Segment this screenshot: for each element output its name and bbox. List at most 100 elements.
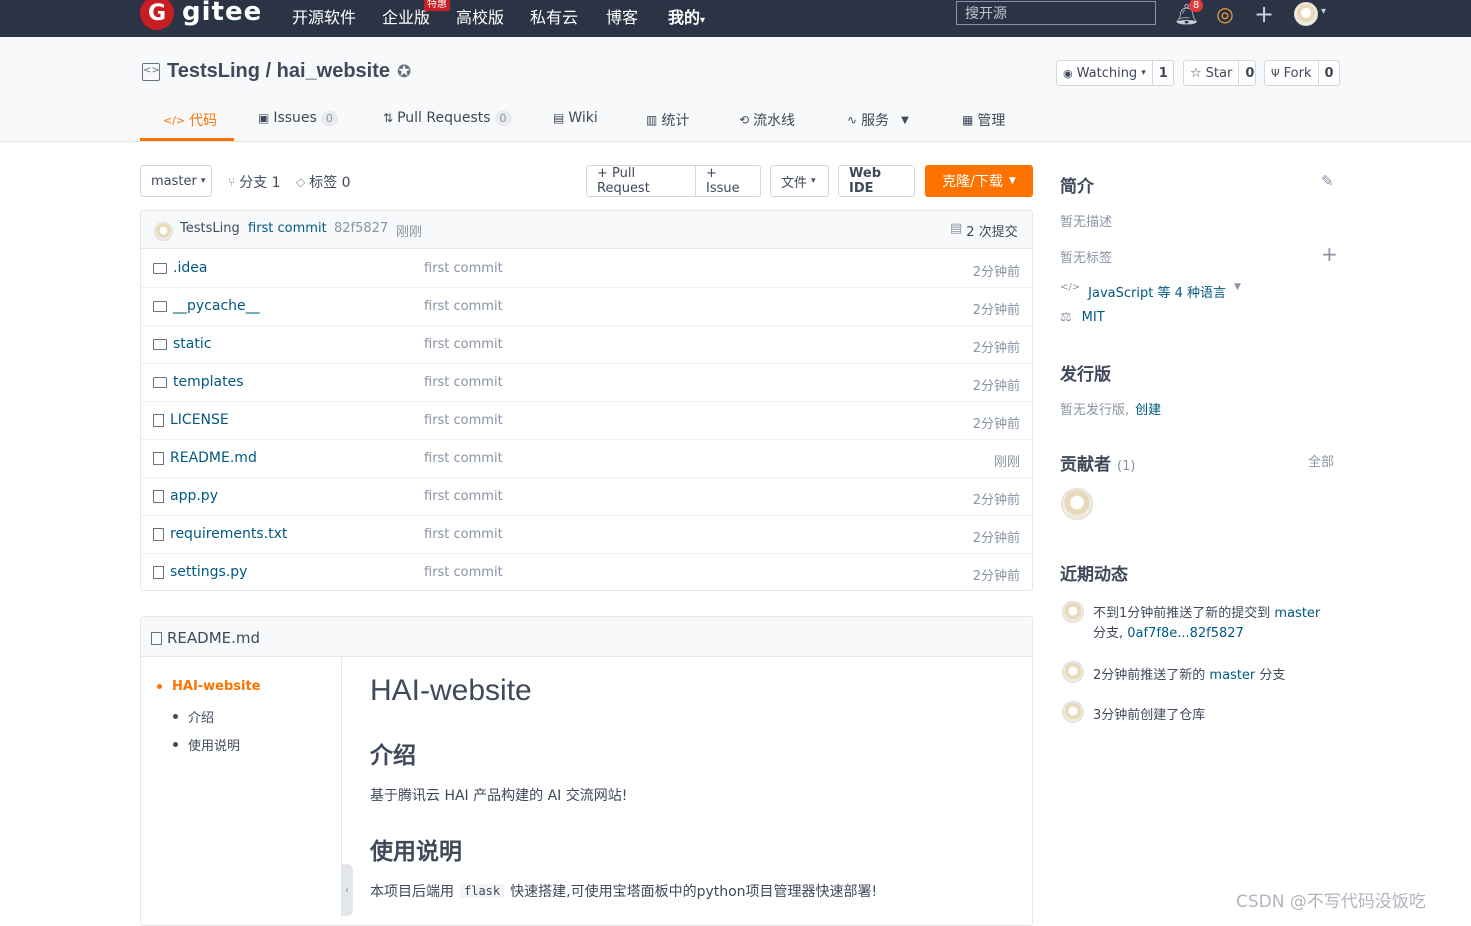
- fork-count[interactable]: 0: [1317, 61, 1340, 85]
- commit-hash[interactable]: 82f5827: [334, 221, 388, 236]
- release-row: 暂无发行版, 创建: [1060, 399, 1161, 418]
- file-commit-message[interactable]: first commit: [424, 565, 503, 580]
- file-commit-message[interactable]: first commit: [424, 451, 503, 466]
- tab-pipeline[interactable]: ⟲ 流水线: [739, 110, 795, 130]
- new-issue-button[interactable]: + Issue: [695, 165, 761, 197]
- file-dropdown[interactable]: 文件 ▾: [770, 165, 829, 197]
- activity-compare-link[interactable]: 0af7f8e...82f5827: [1127, 626, 1244, 641]
- file-name[interactable]: requirements.txt: [153, 526, 287, 542]
- nav-education[interactable]: 高校版: [456, 4, 504, 28]
- add-tag-icon[interactable]: +: [1321, 242, 1338, 266]
- file-commit-message[interactable]: first commit: [424, 299, 503, 314]
- table-row[interactable]: [141, 363, 1032, 402]
- nav-blog[interactable]: 博客: [606, 4, 638, 28]
- gvp-badge-icon[interactable]: ✪: [397, 62, 417, 82]
- toc-collapse-handle[interactable]: ‹: [341, 864, 353, 916]
- star-button[interactable]: ☆ Star 0: [1183, 60, 1256, 86]
- clone-download-button[interactable]: 克隆/下载 ▼: [925, 165, 1033, 197]
- fork-label: Fork: [1283, 65, 1312, 81]
- branch-select[interactable]: master ▾: [140, 165, 212, 197]
- activity-branch-link[interactable]: master: [1274, 606, 1320, 621]
- table-row[interactable]: [141, 553, 1032, 591]
- file-commit-message[interactable]: first commit: [424, 413, 503, 428]
- bar-chart-icon: ▥: [646, 113, 658, 127]
- tab-services[interactable]: ∿ 服务 ▼: [847, 110, 909, 130]
- folder-icon: [153, 376, 167, 388]
- file-icon: [153, 565, 164, 579]
- tab-stats[interactable]: ▥ 统计: [646, 110, 689, 130]
- file-name[interactable]: app.py: [153, 488, 218, 504]
- file-name[interactable]: README.md: [153, 450, 257, 466]
- user-avatar[interactable]: [1294, 2, 1318, 26]
- toc-item-intro[interactable]: 介绍: [173, 707, 214, 726]
- table-row[interactable]: [141, 439, 1032, 478]
- nav-mine[interactable]: 我的▾: [668, 4, 705, 28]
- file-commit-message[interactable]: first commit: [424, 337, 503, 352]
- watch-count[interactable]: 1: [1151, 61, 1174, 85]
- avatar-chevron-icon[interactable]: ▾: [1321, 6, 1326, 17]
- commit-author[interactable]: TestsLing: [180, 221, 240, 236]
- toc-item-hai-website[interactable]: HAI-website: [157, 679, 261, 694]
- table-row[interactable]: [141, 325, 1032, 364]
- languages-row[interactable]: </> JavaScript 等 4 种语言 ▼: [1060, 282, 1241, 301]
- file-name[interactable]: LICENSE: [153, 412, 229, 428]
- commit-author-avatar[interactable]: [154, 222, 173, 241]
- eye-icon: ◉: [1063, 66, 1073, 80]
- license-row[interactable]: ⚖ MIT: [1060, 310, 1105, 325]
- activity-avatar[interactable]: [1062, 701, 1084, 723]
- file-commit-message[interactable]: first commit: [424, 261, 503, 276]
- commit-count-link[interactable]: ▤ 2 次提交: [950, 221, 1018, 240]
- contributors-all-link[interactable]: 全部: [1308, 451, 1334, 470]
- commit-message[interactable]: first commit: [248, 221, 327, 236]
- watch-button[interactable]: ◉ Watching ▾ 1: [1056, 60, 1174, 86]
- tags-link[interactable]: ◇ 标签 0: [296, 172, 351, 192]
- no-release: 暂无发行版,: [1060, 403, 1130, 418]
- branches-link[interactable]: ⑂ 分支 1: [228, 172, 281, 192]
- activity-avatar[interactable]: [1062, 601, 1084, 623]
- file-commit-message[interactable]: first commit: [424, 489, 503, 504]
- fork-button[interactable]: Ψ Fork 0: [1264, 60, 1340, 86]
- contributor-avatar[interactable]: [1061, 488, 1093, 520]
- file-name[interactable]: templates: [153, 374, 244, 390]
- file-time: 2分钟前: [972, 531, 1020, 546]
- table-row[interactable]: [141, 401, 1032, 440]
- tab-wiki[interactable]: ▤ Wiki: [553, 110, 598, 126]
- web-ide-button[interactable]: Web IDE: [838, 165, 915, 197]
- table-row[interactable]: [141, 249, 1032, 288]
- edit-icon[interactable]: ✎: [1321, 172, 1334, 190]
- tab-issues[interactable]: ▣ Issues 0: [258, 110, 338, 126]
- file-name[interactable]: static: [153, 336, 211, 352]
- file-name[interactable]: .idea: [153, 260, 207, 276]
- tab-manage[interactable]: ▦ 管理: [962, 110, 1005, 130]
- nav-open-source[interactable]: 开源软件: [292, 4, 356, 28]
- nav-private-cloud[interactable]: 私有云: [530, 4, 578, 28]
- tab-stats-label: 统计: [661, 113, 690, 129]
- file-commit-message[interactable]: first commit: [424, 375, 503, 390]
- star-count[interactable]: 0: [1238, 61, 1260, 85]
- readme-filename-label: README.md: [167, 629, 261, 647]
- file-icon: [153, 489, 164, 503]
- file-name[interactable]: settings.py: [153, 564, 247, 580]
- plus-icon[interactable]: +: [1252, 2, 1276, 26]
- contributors-count: (1): [1117, 459, 1136, 474]
- file-commit-message[interactable]: first commit: [424, 527, 503, 542]
- gitee-logo[interactable]: G gitee: [140, 0, 262, 32]
- create-release-link[interactable]: 创建: [1135, 399, 1161, 418]
- file-name[interactable]: __pycache__: [153, 298, 260, 314]
- nav-enterprise[interactable]: 企业版: [382, 4, 430, 28]
- new-pull-request-button[interactable]: + Pull Request: [586, 165, 696, 197]
- tab-pull-requests[interactable]: ⇅ Pull Requests 0: [383, 110, 512, 126]
- branches-label: 分支 1: [239, 175, 281, 191]
- star-label: Star: [1205, 65, 1233, 81]
- activity-avatar[interactable]: [1062, 661, 1084, 683]
- table-row[interactable]: [141, 477, 1032, 516]
- file-icon: [151, 631, 162, 645]
- table-row[interactable]: [141, 287, 1032, 326]
- search-input[interactable]: 搜开源: [956, 1, 1156, 25]
- tab-code[interactable]: </> 代码: [163, 110, 217, 130]
- watch-label-wrap: ◉ Watching ▾: [1057, 66, 1152, 81]
- repo-title[interactable]: TestsLing / hai_website: [167, 60, 390, 83]
- lightbulb-icon[interactable]: ◎: [1213, 2, 1237, 26]
- toc-item-usage[interactable]: 使用说明: [173, 735, 240, 754]
- activity-branch-link[interactable]: master: [1209, 668, 1255, 683]
